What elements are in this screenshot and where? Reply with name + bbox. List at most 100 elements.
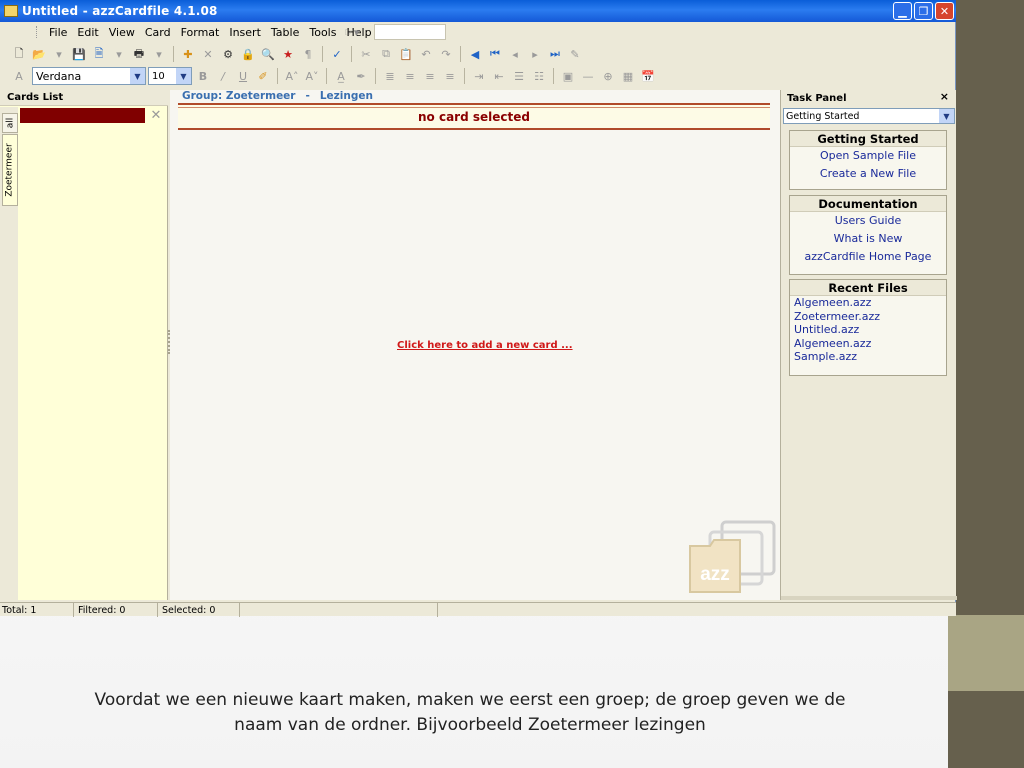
menu-search-box[interactable] xyxy=(374,24,446,40)
find-icon[interactable]: 🔍 xyxy=(259,45,277,63)
close-button[interactable]: ✕ xyxy=(935,2,954,20)
remove-card-icon[interactable]: ✕ xyxy=(148,108,164,123)
first-card-icon[interactable]: ⏮ xyxy=(486,45,504,63)
minimize-button[interactable]: ▁ xyxy=(893,2,912,20)
chevron-down-icon[interactable]: ▼ xyxy=(939,109,954,123)
italic-icon[interactable]: / xyxy=(214,67,232,85)
splitter-handle[interactable] xyxy=(168,330,170,354)
new-file-icon[interactable]: 🗋 xyxy=(10,45,28,63)
menu-tools[interactable]: Tools xyxy=(304,26,341,39)
last-card-icon[interactable]: ⏭ xyxy=(546,45,564,63)
align-center-icon[interactable]: ≡ xyxy=(421,67,439,85)
add-new-card-link[interactable]: Click here to add a new card ... xyxy=(397,340,573,351)
recent-file-link[interactable]: Untitled.azz xyxy=(790,323,946,337)
previous-card-icon[interactable]: ◂ xyxy=(506,45,524,63)
align-right-icon[interactable]: ≡ xyxy=(441,67,459,85)
status-total: Total: 1 xyxy=(0,603,74,617)
back-icon[interactable]: ◀ xyxy=(466,45,484,63)
block-format-icon[interactable]: ≣ xyxy=(381,67,399,85)
getting-started-title: Getting Started xyxy=(790,131,946,147)
print-icon[interactable]: 🖶 xyxy=(130,45,148,63)
tab-zoetermeer[interactable]: Zoetermeer xyxy=(2,134,18,206)
spellcheck-icon[interactable]: ✓ xyxy=(328,45,346,63)
menu-card[interactable]: Card xyxy=(140,26,176,39)
menu-view[interactable]: View xyxy=(104,26,140,39)
recent-file-link[interactable]: Algemeen.azz xyxy=(790,296,946,310)
title-bar[interactable]: Untitled - azzCardfile 4.1.08 ▁ ❐ ✕ xyxy=(0,0,956,22)
insert-date-icon[interactable]: 📅 xyxy=(639,67,657,85)
hand-icon[interactable]: ☞▾ xyxy=(344,26,360,39)
insert-table-icon[interactable]: ▦ xyxy=(619,67,637,85)
underline-icon[interactable]: U xyxy=(234,67,252,85)
align-left-icon[interactable]: ≡ xyxy=(401,67,419,85)
copy-icon[interactable]: ⧉ xyxy=(377,45,395,63)
bullet-list-icon[interactable]: ☰ xyxy=(510,67,528,85)
font-color-icon[interactable]: A̲ xyxy=(332,67,350,85)
card-view-pane: Group: Zoetermeer - Lezingen no card selec… xyxy=(168,90,780,600)
horizontal-line-icon[interactable]: — xyxy=(579,67,597,85)
cut-icon[interactable]: ✂ xyxy=(357,45,375,63)
lock-icon[interactable]: 🔒 xyxy=(239,45,257,63)
tab-all[interactable]: all xyxy=(2,113,18,133)
group-label: Group: Zoetermeer xyxy=(182,90,296,102)
card-list-item[interactable] xyxy=(20,108,145,123)
bold-icon[interactable]: B xyxy=(194,67,212,85)
menubar-grip[interactable] xyxy=(36,26,38,38)
users-guide-link[interactable]: Users Guide xyxy=(790,212,946,230)
highlight-icon[interactable]: ✐ xyxy=(254,67,272,85)
font-family-select[interactable]: Verdana ▼ xyxy=(32,67,146,85)
grow-font-icon[interactable]: A˄ xyxy=(283,67,301,85)
dropdown-arrow-icon[interactable]: ▾ xyxy=(150,45,168,63)
insert-link-icon[interactable]: ⊕ xyxy=(599,67,617,85)
open-sample-file-link[interactable]: Open Sample File xyxy=(790,147,946,165)
menu-file[interactable]: File xyxy=(44,26,72,39)
pen-icon[interactable]: ✒ xyxy=(352,67,370,85)
menu-format[interactable]: Format xyxy=(176,26,225,39)
app-icon[interactable] xyxy=(4,5,18,17)
dropdown-arrow-icon[interactable]: ▾ xyxy=(110,45,128,63)
chevron-down-icon[interactable]: ▼ xyxy=(176,68,191,84)
chevron-down-icon[interactable]: ▼ xyxy=(130,68,145,84)
numbered-list-icon[interactable]: ☷ xyxy=(530,67,548,85)
favorite-icon[interactable]: ★ xyxy=(279,45,297,63)
home-page-link[interactable]: azzCardfile Home Page xyxy=(790,248,946,266)
insert-image-icon[interactable]: ▣ xyxy=(559,67,577,85)
font-size-select[interactable]: 10 ▼ xyxy=(148,67,192,85)
toolbar-separator xyxy=(351,46,352,62)
open-folder-icon[interactable]: 📂 xyxy=(30,45,48,63)
menu-insert[interactable]: Insert xyxy=(224,26,266,39)
edit-card-icon[interactable]: ✎ xyxy=(566,45,584,63)
recent-file-link[interactable]: Sample.azz xyxy=(790,350,946,364)
toolbar-separator xyxy=(322,46,323,62)
indent-icon[interactable]: ⇥ xyxy=(470,67,488,85)
menu-edit[interactable]: Edit xyxy=(72,26,103,39)
dropdown-arrow-icon[interactable]: ▾ xyxy=(50,45,68,63)
paragraph-icon[interactable]: ¶ xyxy=(299,45,317,63)
recent-file-link[interactable]: Algemeen.azz xyxy=(790,337,946,351)
shrink-font-icon[interactable]: A˅ xyxy=(303,67,321,85)
app-window: Untitled - azzCardfile 4.1.08 ▁ ❐ ✕ File… xyxy=(0,0,957,617)
close-icon[interactable]: × xyxy=(940,90,949,103)
what-is-new-link[interactable]: What is New xyxy=(790,230,946,248)
getting-started-box: Getting Started Open Sample File Create … xyxy=(789,130,947,190)
minimize-icon: ▁ xyxy=(898,4,907,18)
undo-icon[interactable]: ↶ xyxy=(417,45,435,63)
new-card-icon[interactable]: ✚ xyxy=(179,45,197,63)
settings-icon[interactable]: ⚙ xyxy=(219,45,237,63)
task-panel-title: Task Panel xyxy=(787,92,847,104)
delete-icon[interactable]: ✕ xyxy=(199,45,217,63)
paste-icon[interactable]: 📋 xyxy=(397,45,415,63)
menu-table[interactable]: Table xyxy=(266,26,304,39)
status-filtered: Filtered: 0 xyxy=(74,603,158,617)
restore-icon: ❐ xyxy=(918,4,929,18)
next-card-icon[interactable]: ▸ xyxy=(526,45,544,63)
task-panel-select[interactable]: Getting Started ▼ xyxy=(783,108,955,124)
redo-icon[interactable]: ↷ xyxy=(437,45,455,63)
recent-file-link[interactable]: Zoetermeer.azz xyxy=(790,310,946,324)
restore-button[interactable]: ❐ xyxy=(914,2,933,20)
print-preview-icon[interactable]: 🗎 xyxy=(90,45,108,63)
save-icon[interactable]: 💾 xyxy=(70,45,88,63)
status-selected: Selected: 0 xyxy=(158,603,240,617)
create-new-file-link[interactable]: Create a New File xyxy=(790,165,946,183)
outdent-icon[interactable]: ⇤ xyxy=(490,67,508,85)
